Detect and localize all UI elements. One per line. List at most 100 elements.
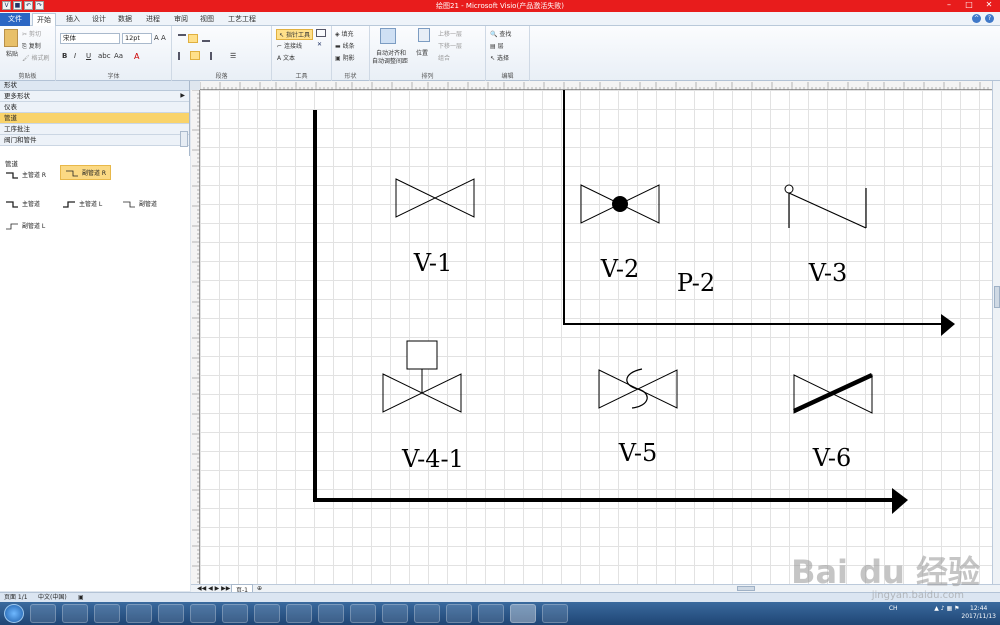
font-color-icon[interactable]: A (134, 52, 139, 61)
sidebar-item-pipelines[interactable]: 管道 (0, 113, 189, 124)
label-v3[interactable]: V-3 (808, 259, 848, 287)
copy-button[interactable]: ⎘ 复制 (22, 41, 41, 51)
stencil-shape-main-pipe-r[interactable]: 主管道 R (5, 170, 46, 179)
macro-icon[interactable]: ▣ (78, 593, 84, 602)
taskbar-cloud-icon[interactable] (222, 604, 248, 623)
label-v4-1[interactable]: V-4-1 (401, 445, 464, 473)
tray-icons[interactable]: ▲ ♪ ▦ ⚑ (899, 605, 959, 613)
layers-button[interactable]: ▤ 层 (490, 41, 504, 50)
main-pipe-line[interactable] (313, 110, 898, 502)
find-button[interactable]: 🔍 查找 (490, 29, 511, 38)
line-button[interactable]: ▬ 线条 (335, 41, 355, 50)
clock-time[interactable]: 12:44 (961, 605, 996, 613)
valve-v1-symbol[interactable] (395, 178, 475, 218)
label-p2[interactable]: P-2 (677, 269, 715, 297)
align-center-icon[interactable] (190, 51, 200, 60)
valve-v4-symbol[interactable] (382, 340, 462, 413)
cut-button[interactable]: ✂ 剪切 (22, 29, 41, 38)
grow-font-icon[interactable]: A A (154, 34, 166, 42)
sidebar-item-valves-fittings[interactable]: 阀门和管件 (0, 135, 189, 146)
format-painter-button[interactable]: 🖌 格式刷 (22, 53, 50, 62)
bullets-icon[interactable]: ☰ (230, 52, 236, 60)
collapse-ribbon-icon[interactable]: ^ (972, 14, 981, 23)
sidebar-scrollbar[interactable] (180, 131, 188, 147)
fill-button[interactable]: ◈ 填充 (335, 29, 354, 38)
shadow-button[interactable]: ▣ 阴影 (335, 53, 355, 62)
taskbar-filezilla-icon[interactable] (446, 604, 472, 623)
align-top-icon[interactable] (188, 34, 198, 43)
taskbar-wps-icon[interactable] (542, 604, 568, 623)
valve-v6-symbol[interactable] (793, 372, 873, 414)
taskbar-tiles-icon[interactable] (158, 604, 184, 623)
vertical-scrollbar[interactable] (992, 81, 1000, 584)
paste-button[interactable]: 粘贴 (6, 49, 18, 58)
italic-icon[interactable]: I (74, 52, 76, 60)
align-left-icon[interactable] (178, 52, 186, 60)
select-button[interactable]: ↖ 选择 (490, 53, 509, 62)
taskbar-fish-icon[interactable] (478, 604, 504, 623)
taskbar-search-icon[interactable] (350, 604, 376, 623)
auto-space-button[interactable]: 自动调整间距 (372, 56, 408, 65)
taskbar-chrome-icon[interactable] (254, 604, 280, 623)
strikethrough-icon[interactable]: abc (98, 52, 111, 60)
taskbar-window-icon[interactable] (190, 604, 216, 623)
tab-process-engineering[interactable]: 工艺工程 (224, 13, 260, 26)
horizontal-scroll-thumb[interactable] (737, 586, 755, 591)
valve-v3-symbol[interactable] (784, 184, 867, 229)
taskbar-media-player-icon[interactable] (62, 604, 88, 623)
align-bottom-icon[interactable] (202, 34, 210, 42)
start-button[interactable] (4, 604, 24, 623)
taskbar-ie-icon[interactable] (286, 604, 312, 623)
drawing-canvas[interactable]: V-1 V-2 P-2 V-3 V-4-1 V-5 V-6 (200, 90, 992, 584)
pointer-tool-button[interactable]: ↖ 指针工具 (276, 29, 313, 40)
tab-review[interactable]: 审阅 (170, 13, 192, 26)
case-icon[interactable]: Aa (114, 52, 123, 60)
insert-page-icon[interactable]: ⊕ (257, 585, 262, 592)
taskbar-k-icon[interactable] (414, 604, 440, 623)
taskbar-bird-icon[interactable] (382, 604, 408, 623)
stencil-shape-secondary-pipe-l[interactable]: 副管道 L (5, 221, 45, 230)
tab-file[interactable]: 文件 (0, 13, 30, 26)
sidebar-item-instruments[interactable]: 仪表 (0, 102, 189, 113)
vertical-scroll-thumb[interactable] (994, 286, 1000, 308)
taskbar-firefox-icon[interactable] (126, 604, 152, 623)
tab-process[interactable]: 进程 (142, 13, 164, 26)
taskbar-folder-icon[interactable] (30, 604, 56, 623)
maximize-icon[interactable]: □ (962, 0, 976, 9)
connection-point-icon[interactable]: ✕ (317, 41, 322, 48)
tab-view[interactable]: 视图 (196, 13, 218, 26)
minimize-icon[interactable]: – (942, 0, 956, 9)
label-v1[interactable]: V-1 (413, 249, 453, 277)
clock-date[interactable]: 2017/11/13 (961, 613, 996, 621)
underline-icon[interactable]: U (86, 52, 91, 60)
font-size-select[interactable]: 12pt (122, 33, 152, 44)
label-v2[interactable]: V-2 (600, 255, 640, 283)
taskbar-remote-icon[interactable] (318, 604, 344, 623)
stencil-shape-main-pipe[interactable]: 主管道 (5, 199, 40, 208)
label-v5[interactable]: V-5 (618, 439, 658, 467)
group-button[interactable]: 组合 (438, 53, 450, 62)
page-nav-icons[interactable]: ◀◀ ◀ ▶ ▶▶ (197, 585, 230, 592)
auto-align-icon[interactable] (380, 28, 396, 44)
stencil-shape-main-pipe-l[interactable]: 主管道 L (62, 199, 102, 208)
valve-v2-symbol[interactable] (580, 184, 660, 224)
font-name-select[interactable]: 宋体 (60, 33, 120, 44)
tab-insert[interactable]: 插入 (62, 13, 84, 26)
send-backward-button[interactable]: 下移一层 (438, 41, 462, 50)
connector-button[interactable]: ⌐ 连接线 (277, 41, 302, 50)
tab-home[interactable]: 开始 (32, 13, 56, 26)
bring-forward-button[interactable]: 上移一层 (438, 29, 462, 38)
rectangle-icon[interactable] (316, 29, 326, 37)
text-tool-button[interactable]: A 文本 (277, 53, 295, 62)
paste-icon[interactable] (4, 29, 18, 47)
help-icon[interactable]: ? (985, 14, 994, 23)
taskbar-explorer-icon[interactable] (94, 604, 120, 623)
valve-v5-symbol[interactable] (598, 368, 678, 409)
tab-data[interactable]: 数据 (114, 13, 136, 26)
sidebar-item-process-annotations[interactable]: 工序批注 (0, 124, 189, 135)
align-right-icon[interactable] (204, 52, 212, 60)
stencil-shape-secondary-pipe[interactable]: 副管道 (122, 199, 157, 208)
taskbar-visio-icon[interactable] (510, 604, 536, 623)
close-icon[interactable]: ✕ (982, 0, 996, 9)
position-button[interactable]: 位置 (416, 48, 428, 57)
